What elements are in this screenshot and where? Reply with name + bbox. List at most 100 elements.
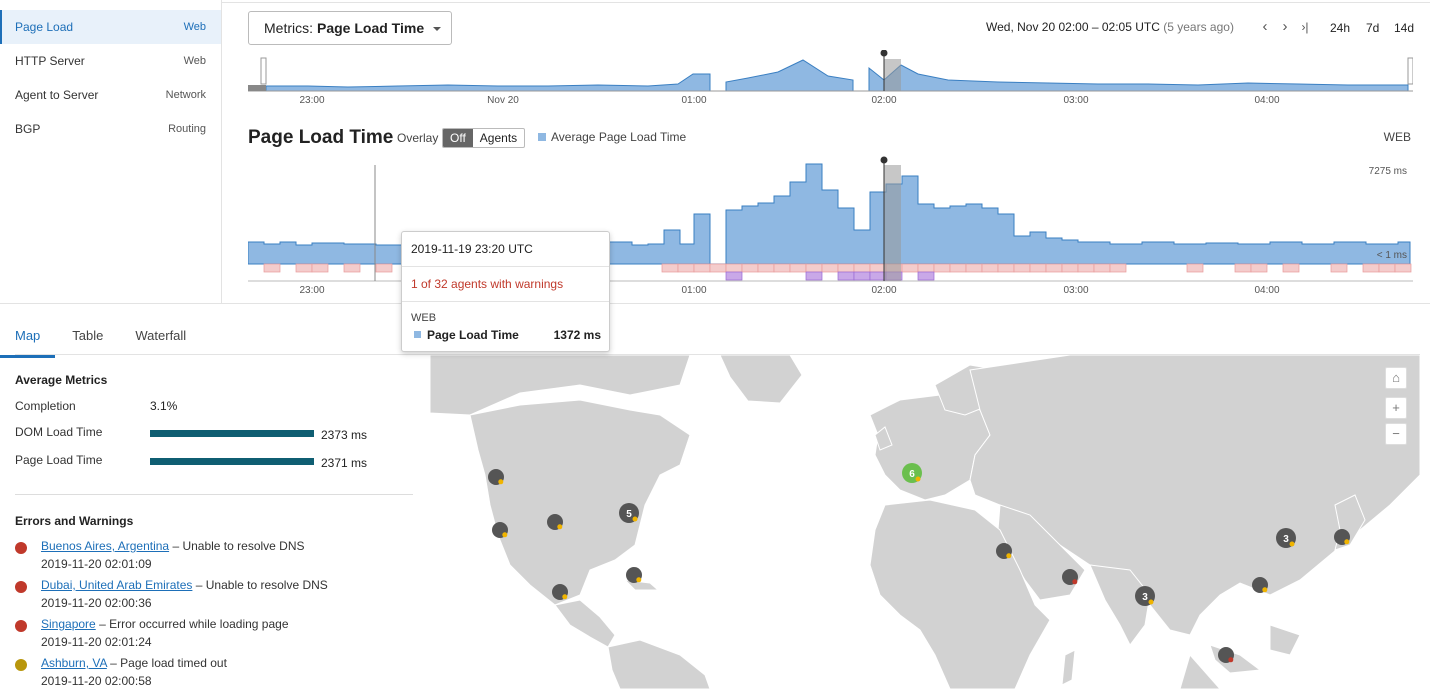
range-14d-button[interactable]: 14d [1394, 21, 1414, 35]
warning-mark[interactable] [741, 263, 759, 273]
overview-handle-right[interactable] [1407, 57, 1414, 85]
map-zoom-in-button[interactable]: + [1385, 397, 1407, 419]
warning-mark[interactable] [1378, 263, 1396, 273]
overlay-off-button[interactable]: Off [443, 129, 473, 147]
error-location-link[interactable]: Dubai, United Arab Emirates [41, 578, 192, 592]
warning-mark[interactable] [837, 263, 855, 273]
skip-to-latest-icon[interactable]: ›| [1297, 18, 1313, 36]
warning-mark[interactable] [789, 263, 807, 273]
overview-selection[interactable] [884, 59, 901, 91]
warning-mark[interactable] [677, 263, 695, 273]
chevron-left-icon[interactable]: ‹ [1257, 18, 1273, 36]
chart-x-label: 02:00 [871, 285, 897, 296]
map-home-button[interactable]: ⌂ [1385, 367, 1407, 389]
warning-mark[interactable] [295, 263, 313, 273]
sidebar-item-page-load[interactable]: Page Load Web [0, 10, 221, 44]
sidebar-item-tag: Web [183, 21, 206, 33]
warning-mark[interactable] [821, 263, 839, 273]
tab-waterfall[interactable]: Waterfall [135, 318, 186, 358]
warning-mark[interactable] [1029, 263, 1047, 273]
warning-mark[interactable] [725, 263, 743, 273]
warning-mark[interactable] [661, 263, 679, 273]
world-map-svg: 5 6 3 3 [430, 355, 1420, 689]
error-mark[interactable] [837, 271, 855, 281]
warning-mark[interactable] [1077, 263, 1095, 273]
error-time: 2019-11-20 02:01:09 [41, 557, 152, 571]
warning-mark[interactable] [901, 263, 919, 273]
section-divider [0, 303, 1430, 304]
warning-mark[interactable] [1250, 263, 1268, 273]
chevron-right-icon[interactable]: › [1277, 18, 1293, 36]
warning-mark[interactable] [343, 263, 361, 273]
warning-mark[interactable] [263, 263, 281, 273]
overview-handle-left[interactable] [260, 57, 267, 85]
chart-selected-interval[interactable] [884, 165, 901, 281]
sidebar-item-http-server[interactable]: HTTP Server Web [0, 44, 221, 78]
warning-mark[interactable] [375, 263, 393, 273]
warning-mark[interactable] [773, 263, 791, 273]
warning-mark[interactable] [311, 263, 329, 273]
view-tabs: Map Table Waterfall [0, 318, 218, 358]
warning-mark[interactable] [1013, 263, 1031, 273]
overlay-toggle: Off Agents [442, 128, 526, 148]
overview-range-left [248, 85, 266, 91]
error-status-icon [15, 542, 27, 554]
map-zoom-out-button[interactable]: − [1385, 423, 1407, 445]
timeline-overview[interactable] [248, 49, 1414, 106]
error-location-link[interactable]: Buenos Aires, Argentina [41, 539, 169, 553]
error-mark[interactable] [853, 271, 871, 281]
warning-mark[interactable] [805, 263, 823, 273]
legend-swatch [538, 133, 546, 141]
tab-map[interactable]: Map [0, 318, 56, 358]
range-24h-button[interactable]: 24h [1330, 21, 1350, 35]
warning-mark[interactable] [1061, 263, 1079, 273]
warning-mark[interactable] [949, 263, 967, 273]
error-mark[interactable] [725, 271, 743, 281]
error-status-icon [15, 581, 27, 593]
agent-status-dot [1262, 587, 1268, 593]
warning-status-icon [15, 659, 27, 671]
sidebar-item-tag: Network [165, 89, 206, 101]
agent-status-dot [557, 524, 563, 530]
chart-x-label: 01:00 [681, 285, 707, 296]
warning-mark[interactable] [1362, 263, 1380, 273]
warning-mark[interactable] [965, 263, 983, 273]
warning-mark[interactable] [853, 263, 871, 273]
warning-mark[interactable] [933, 263, 951, 273]
range-7d-button[interactable]: 7d [1366, 21, 1379, 35]
warning-mark[interactable] [1186, 263, 1204, 273]
time-range-label: Wed, Nov 20 02:00 – 02:05 UTC (5 years a… [986, 20, 1234, 34]
warning-mark[interactable] [1330, 263, 1348, 273]
warning-mark[interactable] [981, 263, 999, 273]
warning-mark[interactable] [693, 263, 711, 273]
metrics-dropdown[interactable]: Metrics: Page Load Time [248, 11, 452, 45]
tab-table[interactable]: Table [72, 318, 103, 358]
sidebar-item-label: BGP [15, 122, 41, 136]
agent-status-dot [1006, 553, 1012, 559]
errors-row [725, 271, 935, 281]
warning-mark[interactable] [757, 263, 775, 273]
warning-mark[interactable] [1282, 263, 1300, 273]
warning-mark[interactable] [917, 263, 935, 273]
page-load-time-bar [150, 458, 314, 465]
warning-mark[interactable] [1045, 263, 1063, 273]
chart-x-label: 04:00 [1254, 285, 1280, 296]
warning-mark[interactable] [1394, 263, 1412, 273]
error-mark[interactable] [805, 271, 823, 281]
agent-status-dot [636, 577, 642, 583]
error-location-link[interactable]: Singapore [41, 617, 96, 631]
overlay-agents-button[interactable]: Agents [473, 129, 524, 147]
warning-mark[interactable] [997, 263, 1015, 273]
agent-status-dot [915, 476, 921, 482]
sidebar-item-bgp[interactable]: BGP Routing [0, 112, 221, 146]
warning-mark[interactable] [1234, 263, 1252, 273]
warning-mark[interactable] [709, 263, 727, 273]
error-mark[interactable] [917, 271, 935, 281]
overview-svg [248, 49, 1414, 92]
agents-world-map[interactable]: 5 6 3 3 ⌂ + − [430, 355, 1420, 689]
warning-mark[interactable] [1109, 263, 1127, 273]
warning-mark[interactable] [1093, 263, 1111, 273]
error-location-link[interactable]: Ashburn, VA [41, 656, 107, 670]
sidebar-item-agent-to-server[interactable]: Agent to Server Network [0, 78, 221, 112]
chart-x-label: 23:00 [299, 285, 325, 296]
